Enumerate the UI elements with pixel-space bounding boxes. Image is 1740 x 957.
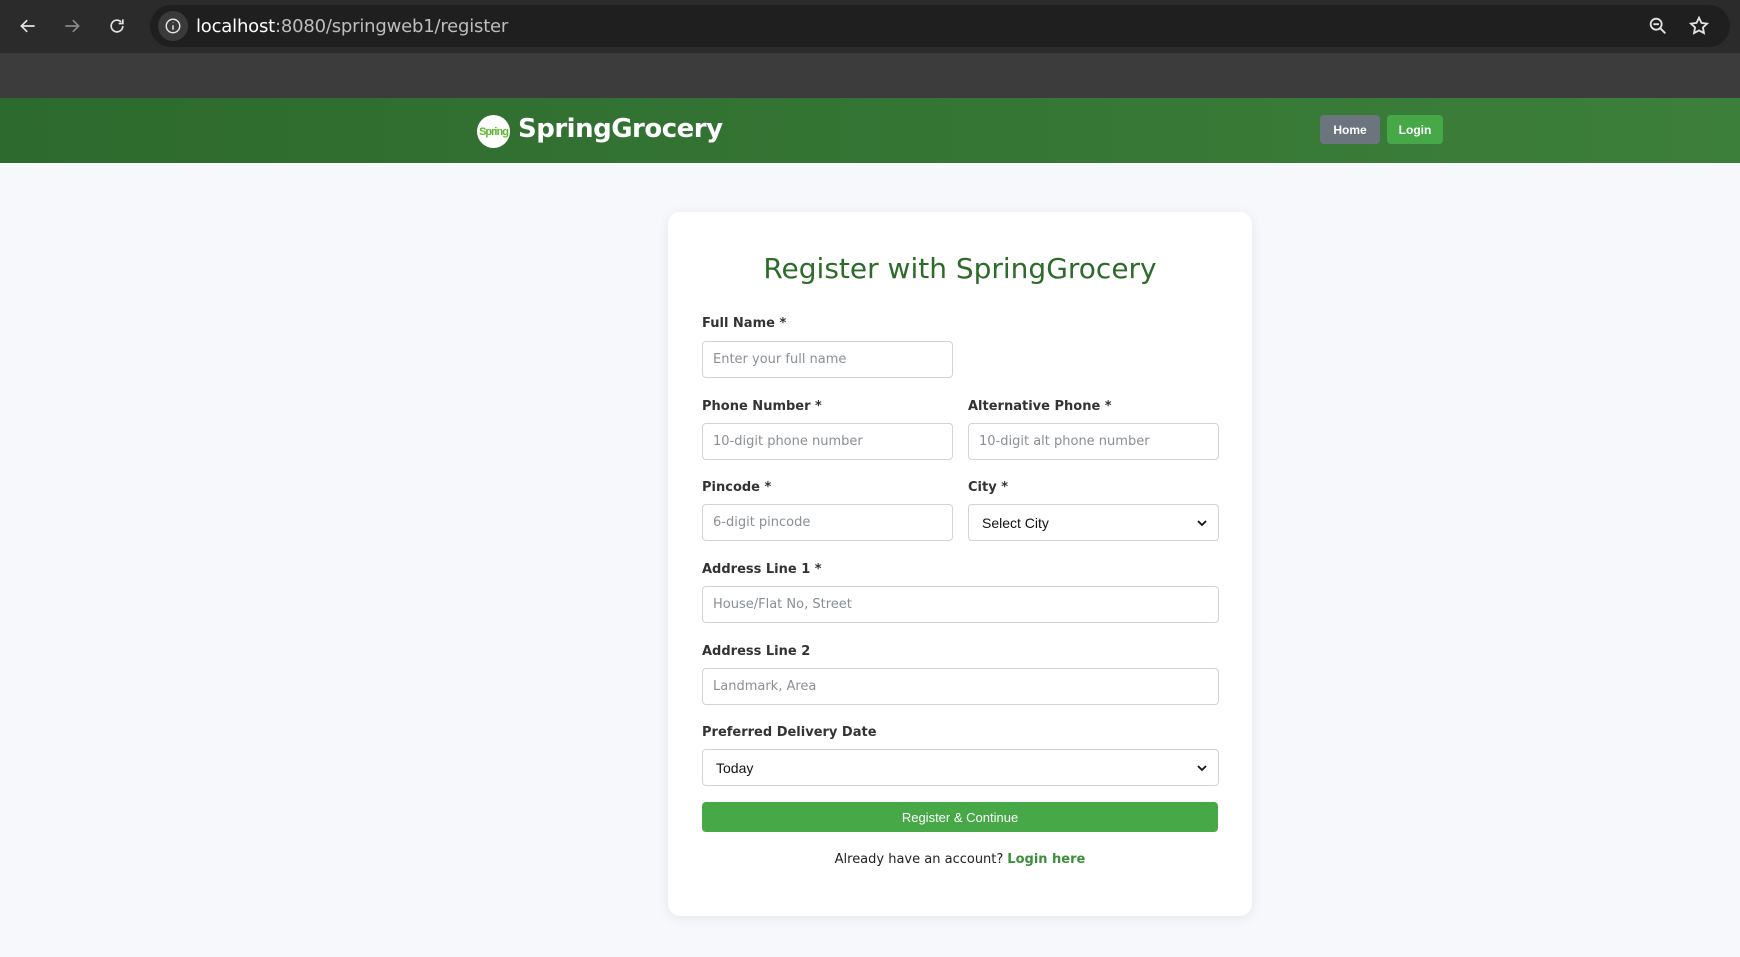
brand-logo[interactable]: Spring [477, 115, 510, 148]
pincode-input[interactable] [702, 504, 953, 541]
alt-phone-input[interactable] [968, 423, 1219, 460]
page-title: Register with SpringGrocery [763, 252, 1157, 285]
zoom-icon[interactable] [1646, 14, 1670, 38]
phone-input[interactable] [702, 423, 953, 460]
forward-arrow-icon[interactable] [56, 10, 88, 42]
back-arrow-icon[interactable] [12, 10, 44, 42]
login-prompt: Already have an account? Login here [668, 852, 1252, 867]
delivery-date-select[interactable]: Today [702, 749, 1219, 786]
city-label: City * [968, 480, 1009, 495]
full-name-input[interactable] [702, 341, 953, 378]
home-button[interactable]: Home [1320, 115, 1380, 144]
url-text: localhost:8080/springweb1/register [196, 16, 509, 37]
logo-text: Spring [479, 125, 509, 138]
city-select[interactable]: Select City [968, 504, 1219, 541]
city-selected-value: Select City [982, 514, 1049, 531]
login-here-link[interactable]: Login here [1007, 852, 1085, 867]
address1-label: Address Line 1 * [702, 562, 822, 577]
delivery-date-selected-value: Today [716, 759, 754, 776]
delivery-date-label: Preferred Delivery Date [702, 725, 877, 740]
address1-input[interactable] [702, 586, 1219, 623]
bookmark-star-icon[interactable] [1687, 14, 1711, 38]
address2-label: Address Line 2 [702, 644, 811, 659]
chevron-down-icon [1197, 520, 1207, 527]
full-name-label: Full Name * [702, 316, 787, 331]
browser-toolbar: localhost:8080/springweb1/register [0, 0, 1740, 53]
address2-input[interactable] [702, 668, 1219, 705]
alt-phone-label: Alternative Phone * [968, 399, 1112, 414]
register-card: Register with SpringGrocery Full Name * … [668, 212, 1252, 916]
browser-chrome: localhost:8080/springweb1/register [0, 0, 1740, 98]
address-bar[interactable]: localhost:8080/springweb1/register [150, 5, 1730, 47]
brand-name[interactable]: SpringGrocery [518, 114, 723, 144]
site-header: Spring SpringGrocery Home Login [0, 98, 1740, 163]
site-info-icon[interactable] [158, 11, 188, 41]
pincode-label: Pincode * [702, 480, 772, 495]
chevron-down-icon [1197, 765, 1207, 772]
register-continue-button[interactable]: Register & Continue [702, 802, 1218, 832]
phone-label: Phone Number * [702, 399, 822, 414]
login-button[interactable]: Login [1387, 115, 1443, 144]
login-prompt-text: Already have an account? [834, 852, 1004, 867]
reload-icon[interactable] [101, 10, 133, 42]
